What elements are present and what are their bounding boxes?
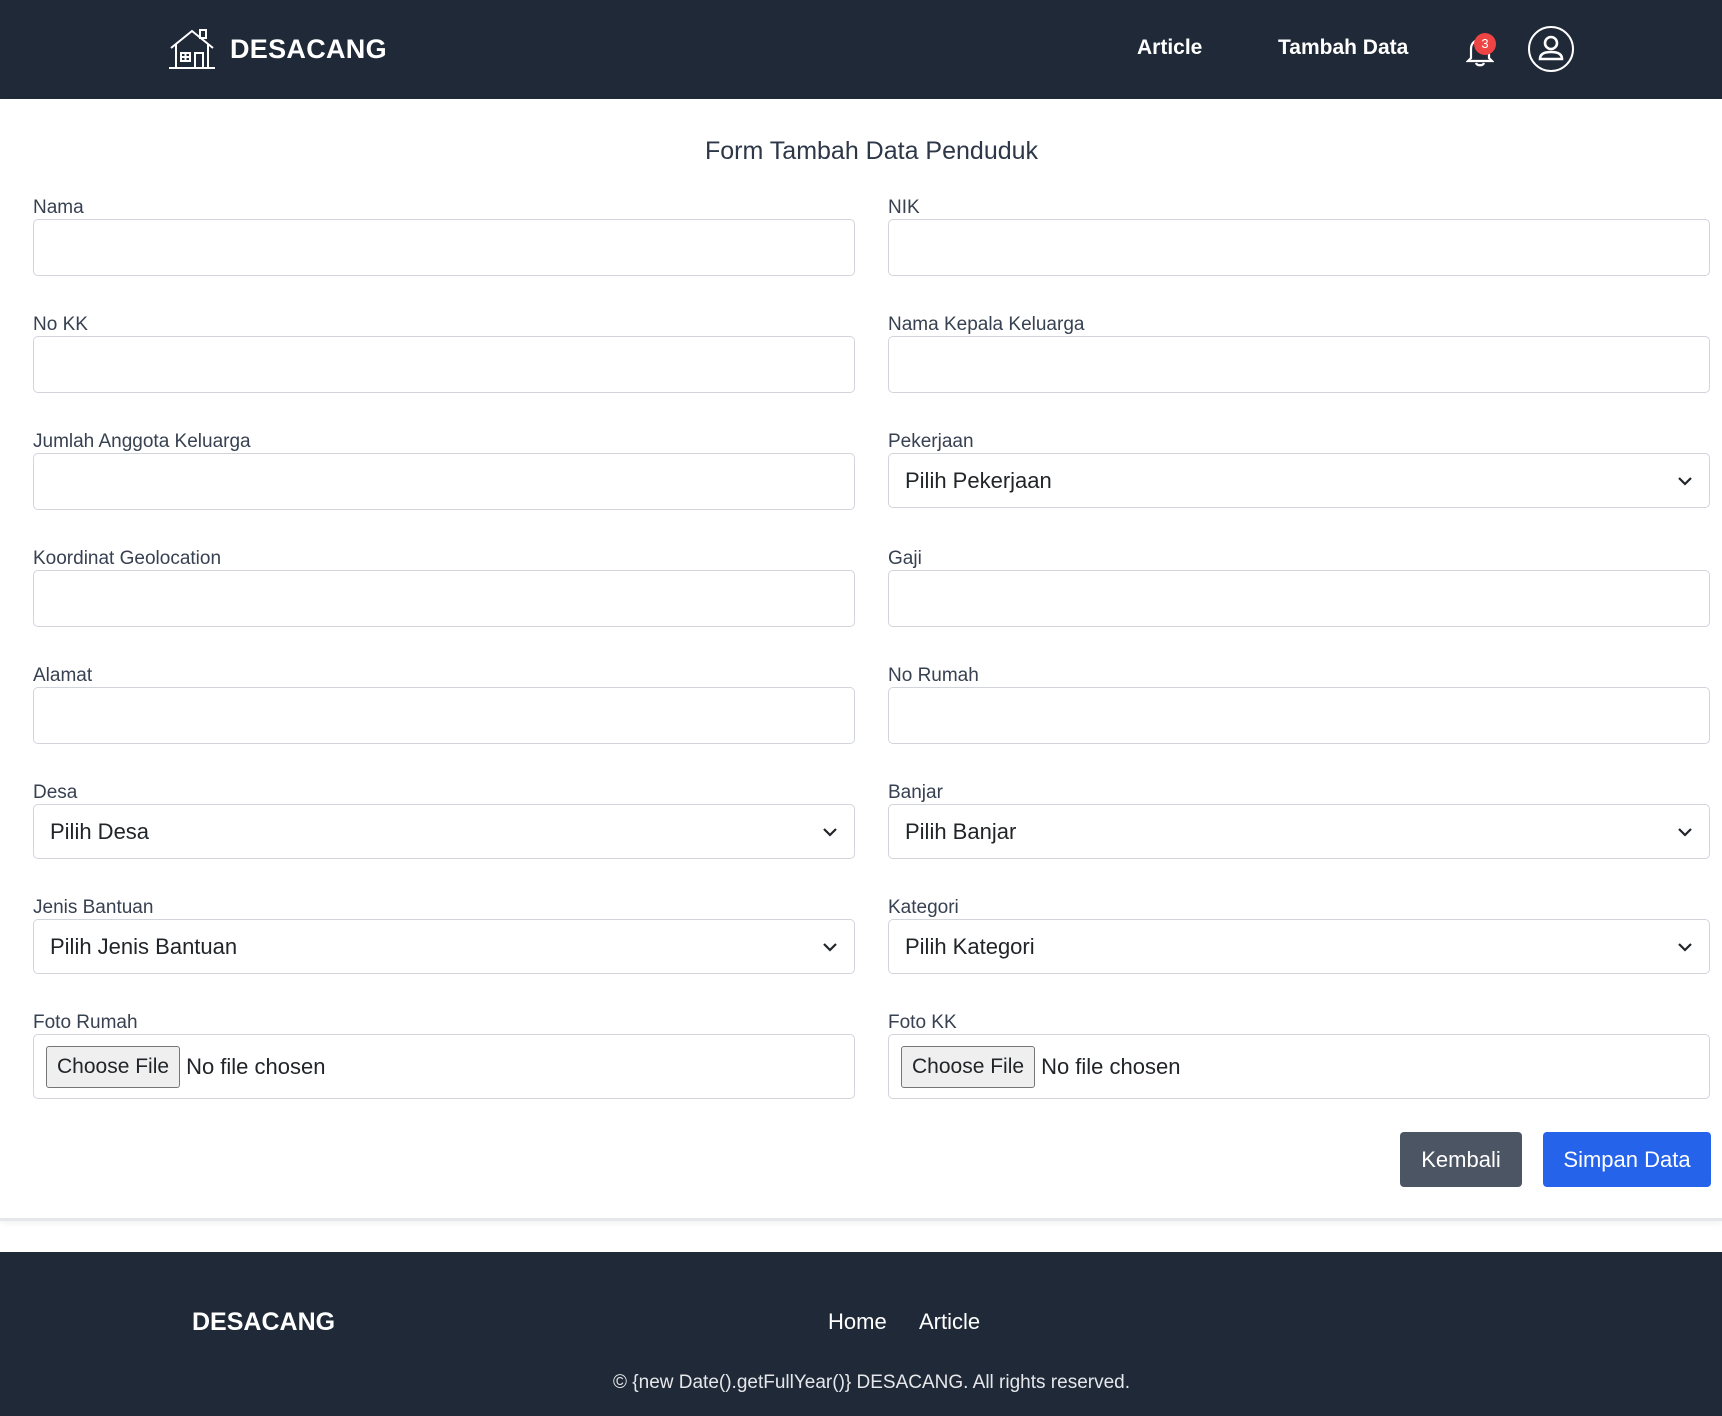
- alamat-input[interactable]: [33, 687, 855, 744]
- chevron-down-icon: [823, 827, 837, 837]
- nama-kepala-keluarga-input[interactable]: [888, 336, 1710, 393]
- no-kk-input[interactable]: [33, 336, 855, 393]
- nik-input[interactable]: [888, 219, 1710, 276]
- koordinat-geolocation-input[interactable]: [33, 570, 855, 627]
- chevron-down-icon: [823, 942, 837, 952]
- foto-kk-file-status: No file chosen: [1041, 1053, 1181, 1079]
- nav-tambah-data-link[interactable]: Tambah Data: [1278, 36, 1408, 60]
- kembali-button[interactable]: Kembali: [1400, 1132, 1522, 1187]
- form-title: Form Tambah Data Penduduk: [704, 137, 1039, 165]
- desa-label: Desa: [33, 782, 78, 803]
- pekerjaan-label: Pekerjaan: [888, 431, 974, 452]
- no-rumah-input[interactable]: [888, 687, 1710, 744]
- jumlah-anggota-keluarga-label: Jumlah Anggota Keluarga: [33, 431, 251, 452]
- chevron-down-icon: [1678, 476, 1692, 486]
- kategori-label: Kategori: [888, 897, 959, 918]
- jenis-bantuan-label: Jenis Bantuan: [33, 897, 154, 918]
- foto-rumah-label: Foto Rumah: [33, 1012, 138, 1033]
- simpan-data-button[interactable]: Simpan Data: [1543, 1132, 1711, 1187]
- foto-kk-choose-file-button[interactable]: Choose File: [901, 1045, 1036, 1088]
- banjar-select[interactable]: Pilih Banjar: [888, 804, 1710, 859]
- brand-name: DESACANG: [230, 33, 387, 64]
- banjar-label: Banjar: [888, 782, 943, 803]
- kategori-select[interactable]: Pilih Kategori: [888, 919, 1710, 974]
- desa-select[interactable]: Pilih Desa: [33, 804, 855, 859]
- house-icon: [169, 29, 215, 69]
- foto-rumah-file-status: No file chosen: [186, 1053, 326, 1079]
- jumlah-anggota-keluarga-input[interactable]: [33, 453, 855, 510]
- no-kk-label: No KK: [33, 314, 88, 335]
- footer-brand[interactable]: DESACANG: [192, 1308, 335, 1337]
- nav-article-link[interactable]: Article: [1137, 36, 1202, 60]
- nama-kepala-keluarga-label: Nama Kepala Keluarga: [888, 314, 1085, 335]
- pekerjaan-selected-value: Pilih Pekerjaan: [905, 467, 1052, 493]
- foto-kk-file-input[interactable]: Choose File No file chosen: [888, 1034, 1710, 1099]
- foto-kk-label: Foto KK: [888, 1012, 957, 1033]
- gaji-label: Gaji: [888, 548, 922, 569]
- foto-rumah-file-input[interactable]: Choose File No file chosen: [33, 1034, 855, 1099]
- jenis-bantuan-selected-value: Pilih Jenis Bantuan: [50, 933, 238, 959]
- footer-home-link[interactable]: Home: [828, 1309, 887, 1335]
- notification-badge: 3: [1474, 33, 1496, 55]
- chevron-down-icon: [1678, 827, 1692, 837]
- kategori-selected-value: Pilih Kategori: [905, 933, 1035, 959]
- footer-article-link[interactable]: Article: [919, 1309, 980, 1335]
- brand[interactable]: DESACANG: [168, 26, 387, 72]
- no-rumah-label: No Rumah: [888, 665, 979, 686]
- foto-rumah-choose-file-button[interactable]: Choose File: [46, 1045, 181, 1088]
- banjar-selected-value: Pilih Banjar: [905, 818, 1017, 844]
- user-circle-icon: [1538, 35, 1564, 61]
- user-avatar-button[interactable]: [1528, 26, 1574, 72]
- chevron-down-icon: [1678, 942, 1692, 952]
- copyright-text: © {new Date().getFullYear()} DESACANG. A…: [613, 1372, 1130, 1393]
- nama-input[interactable]: [33, 219, 855, 276]
- pekerjaan-select[interactable]: Pilih Pekerjaan: [888, 453, 1710, 508]
- jenis-bantuan-select[interactable]: Pilih Jenis Bantuan: [33, 919, 855, 974]
- desa-selected-value: Pilih Desa: [50, 818, 150, 844]
- koordinat-geolocation-label: Koordinat Geolocation: [33, 548, 222, 569]
- nama-label: Nama: [33, 197, 84, 218]
- footer: DESACANG Home Article © {new Date().getF…: [0, 1252, 1722, 1416]
- alamat-label: Alamat: [33, 665, 93, 686]
- top-navbar: DESACANG Article Tambah Data 3: [0, 0, 1722, 99]
- nik-label: NIK: [888, 197, 920, 218]
- gaji-input[interactable]: [888, 570, 1710, 627]
